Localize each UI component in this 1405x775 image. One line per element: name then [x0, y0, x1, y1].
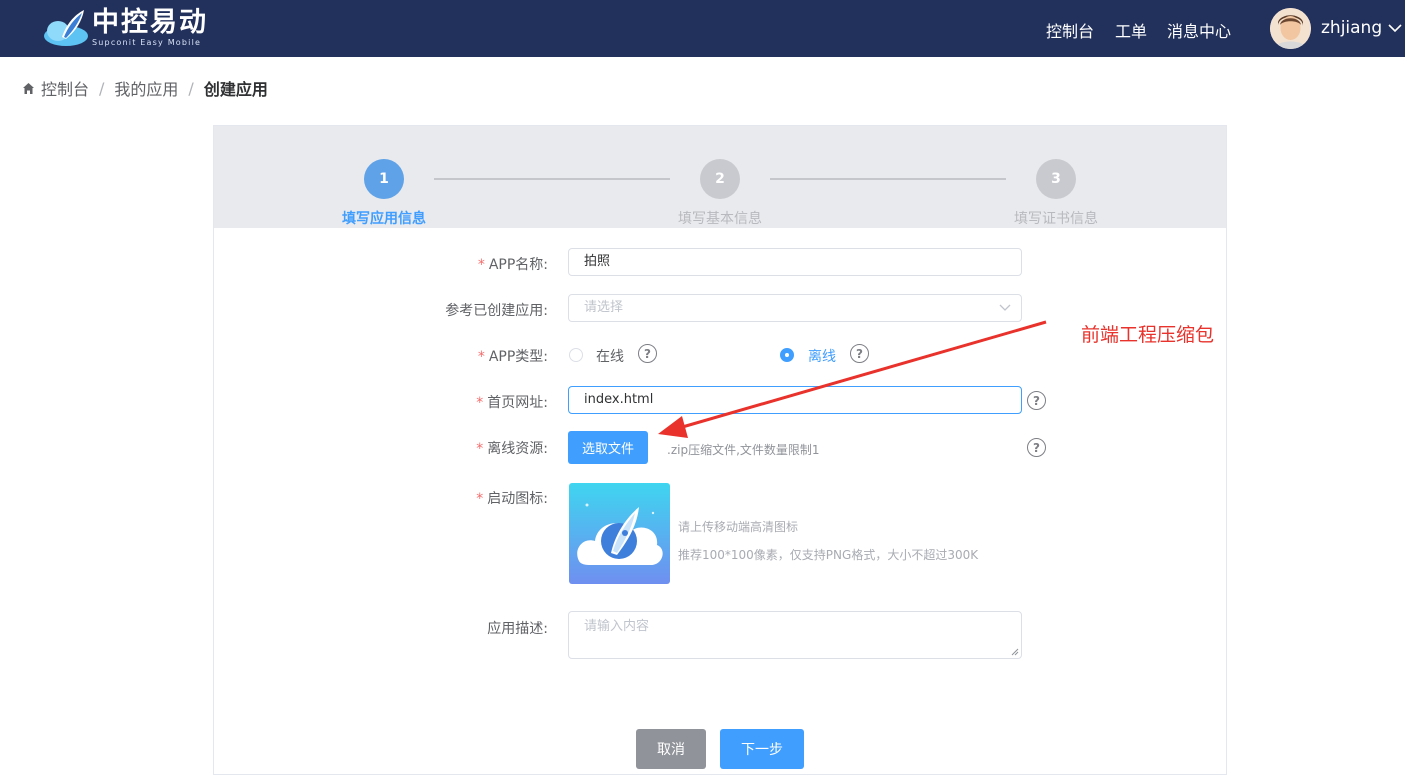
- annotation-arrow-icon: [658, 320, 1047, 438]
